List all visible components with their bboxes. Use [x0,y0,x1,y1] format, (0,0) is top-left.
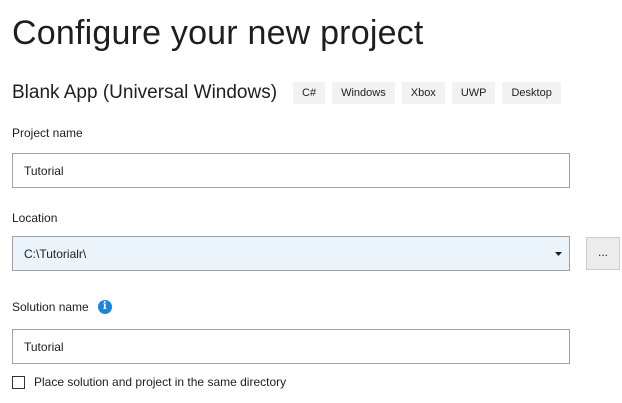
same-directory-option[interactable]: Place solution and project in the same d… [12,375,286,389]
tag-language: C# [293,82,326,104]
location-value: C:\Tutorialr\ [24,246,87,261]
tag-platform-windows: Windows [332,82,395,104]
browse-button[interactable]: ... [586,237,620,270]
page-title: Configure your new project [12,14,424,52]
same-directory-label[interactable]: Place solution and project in the same d… [34,375,286,389]
template-name: Blank App (Universal Windows) [12,82,278,103]
location-combobox[interactable]: C:\Tutorialr\ [12,236,570,271]
same-directory-checkbox[interactable] [12,375,25,389]
tag-desktop: Desktop [502,82,561,104]
project-name-input[interactable] [12,153,570,188]
chevron-down-icon[interactable] [547,237,569,270]
tag-project-type-uwp: UWP [451,82,496,104]
template-header: Blank App (Universal Windows) C# Windows… [12,80,568,106]
solution-name-input[interactable] [12,329,570,364]
tag-platform-xbox: Xbox [401,82,445,104]
info-icon[interactable]: i [97,300,112,314]
solution-name-label: Solution name [12,300,89,314]
project-name-label: Project name [12,126,83,140]
location-label: Location [12,211,58,225]
solution-name-label-row: Solution name i [12,300,112,314]
